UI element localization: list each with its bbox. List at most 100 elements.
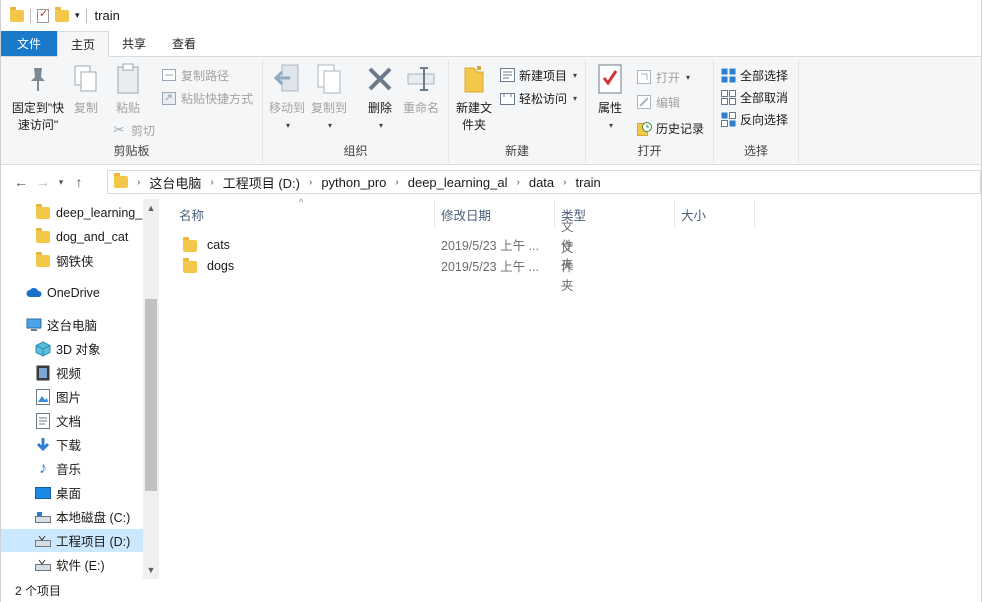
delete-button[interactable]: 删除 ▾ [363,62,397,134]
customize-toolbar-icon[interactable]: ▾ [75,10,80,21]
table-row[interactable]: dogs 2019/5/23 上午 ... 文件夹 [175,241,575,293]
separator [85,8,87,23]
nav-item-dog-and-cat[interactable]: dog_and_cat [1,225,143,248]
nav-item-videos[interactable]: 视频 [1,361,143,384]
nav-item-downloads[interactable]: 下载 [1,433,143,456]
nav-item-documents[interactable]: 文档 [1,409,143,432]
delete-label: 删除 [367,101,392,115]
pin-quick-access-button[interactable]: 固定到"快速访问" [5,62,71,134]
up-arrow-icon[interactable]: ↑ [68,174,90,190]
paste-icon [112,62,144,96]
window-title: train [94,8,120,23]
new-folder-label: 新建文件夹 [455,101,492,132]
easy-access-button[interactable]: 轻松访问 ▾ [499,88,577,108]
chevron-right-icon[interactable]: › [132,177,145,188]
move-to-button[interactable]: 移动到 ▾ [267,62,307,134]
properties-button[interactable]: 属性 ▾ [592,62,628,134]
chevron-down-icon: ▾ [285,121,290,130]
nav-item-iron-man[interactable]: 钢铁侠 [1,249,143,272]
tab-share[interactable]: 共享 [109,31,159,56]
nav-item-drive-e[interactable]: 软件 (E:) [1,553,143,576]
file-type: 文件夹 [561,241,574,293]
chevron-right-icon[interactable]: › [512,177,525,188]
new-folder-icon[interactable] [55,6,69,22]
chevron-down-icon[interactable]: ▼ [143,565,159,575]
chevron-down-icon: ▾ [327,121,332,130]
breadcrumb-data[interactable]: data [525,175,558,190]
back-arrow-icon[interactable]: ← [10,174,32,190]
open-button[interactable]: 打开 ▾ [636,67,690,87]
edit-button[interactable]: 编辑 [636,92,680,112]
chevron-down-icon: ▾ [686,72,691,82]
rename-button[interactable]: 重命名 [401,62,441,117]
nav-item-drive-d[interactable]: 工程项目 (D:) [1,529,143,552]
scrollbar-thumb[interactable] [145,299,157,491]
select-all-button[interactable]: 全部选择 [720,65,788,85]
nav-item-this-pc[interactable]: 这台电脑 [1,313,143,336]
copy-to-button[interactable]: 复制到 ▾ [309,62,349,134]
paste-shortcut-button[interactable]: 粘贴快捷方式 [161,88,253,108]
drive-icon [35,557,51,573]
address-bar[interactable]: › 这台电脑 › 工程项目 (D:) › python_pro › deep_l… [107,170,981,194]
copy-path-button[interactable]: 复制路径 [161,65,229,85]
column-header-modified[interactable]: 修改日期 [435,201,555,227]
new-folder-button[interactable]: 新建文件夹 [453,62,495,134]
nav-item-label: 钢铁侠 [56,255,94,269]
nav-item-desktop[interactable]: 桌面 [1,481,143,504]
tab-file[interactable]: 文件 [1,31,58,56]
column-header-size[interactable]: 大小 [675,201,755,227]
copy-button[interactable]: 复制 [69,62,103,117]
cut-button[interactable]: ✂ 剪切 [111,120,155,140]
nav-item-label: 3D 对象 [56,343,101,357]
rename-label: 重命名 [402,101,439,115]
file-name: cats [207,237,230,252]
chevron-down-icon: ▾ [608,121,613,130]
nav-scrollbar[interactable]: ▲ ▼ [143,199,159,579]
nav-item-pictures[interactable]: 图片 [1,385,143,408]
column-header-name[interactable]: 名称 [173,201,435,227]
forward-arrow-icon[interactable]: → [32,174,54,190]
breadcrumb-drive-d[interactable]: 工程项目 (D:) [219,173,304,192]
file-explorer-window: ▾ train 文件 主页 共享 查看 固定到"快速访问" 复制 [0,0,982,602]
nav-item-drive-c[interactable]: 本地磁盘 (C:) [1,505,143,528]
rename-icon [405,62,437,96]
edit-label: 编辑 [656,95,681,110]
folder-icon [35,203,51,221]
properties-icon[interactable] [37,7,49,23]
open-group-label: 打开 [637,144,662,158]
paste-button[interactable]: 粘贴 [111,62,145,117]
breadcrumb-train[interactable]: train [572,175,605,190]
copy-path-icon [161,67,177,83]
nav-item-3d-objects[interactable]: 3D 对象 [1,337,143,360]
breadcrumb-deep-learning[interactable]: deep_learning_al [404,175,512,190]
recent-locations-chevron-icon[interactable]: ▾ [54,177,68,188]
select-group-label: 选择 [743,144,768,158]
invert-selection-button[interactable]: 反向选择 [720,109,788,129]
select-none-button[interactable]: 全部取消 [720,87,788,107]
chevron-up-icon[interactable]: ▲ [143,203,159,213]
tab-home[interactable]: 主页 [57,31,110,57]
chevron-right-icon[interactable]: › [558,177,571,188]
nav-item-music[interactable]: ♪ 音乐 [1,457,143,480]
desktop-icon [35,485,51,501]
nav-item-onedrive[interactable]: OneDrive [1,281,143,304]
chevron-right-icon[interactable]: › [205,177,218,188]
new-item-button[interactable]: 新建项目 ▾ [499,65,577,85]
breadcrumb-this-pc[interactable]: 这台电脑 [145,173,205,192]
chevron-right-icon[interactable]: › [390,177,403,188]
new-group-label: 新建 [504,144,529,158]
nav-item-label: 这台电脑 [47,319,98,333]
tab-view[interactable]: 查看 [159,31,209,56]
easy-access-icon [499,90,515,106]
nav-item-deep-learning[interactable]: deep_learning_ [1,201,143,224]
table-row[interactable]: cats 2019/5/23 上午 ... 文件夹 [175,220,575,272]
move-to-label: 移动到 [268,101,305,115]
open-label: 打开 [656,70,681,85]
new-group: 新建文件夹 新建项目 ▾ 轻松访问 ▾ 新建 [449,60,586,162]
chevron-right-icon[interactable]: › [304,177,317,188]
history-button[interactable]: 历史记录 [636,118,704,138]
breadcrumb-python-pro[interactable]: python_pro [317,175,390,190]
drive-icon [35,533,51,549]
navigation-pane: deep_learning_ dog_and_cat 钢铁侠 OneDrive … [1,199,159,579]
folder-icon [114,173,128,188]
